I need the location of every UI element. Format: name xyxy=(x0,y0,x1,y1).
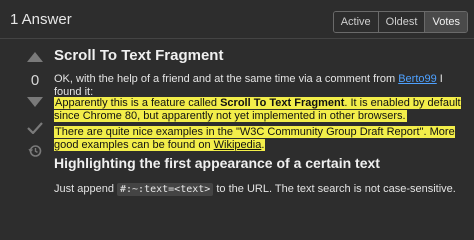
vote-down-icon[interactable] xyxy=(27,97,43,107)
history-icon[interactable] xyxy=(28,144,42,158)
tab-active[interactable]: Active xyxy=(333,12,379,32)
examples-text-2: . xyxy=(261,139,265,151)
accepted-check-icon[interactable] xyxy=(27,122,43,134)
user-link-berto99[interactable]: Berto99 xyxy=(398,73,437,85)
section-heading: Highlighting the first appearance of a c… xyxy=(54,155,380,171)
answers-count: 1 Answer xyxy=(10,11,72,28)
feature-name: Scroll To Text Fragment xyxy=(220,97,345,109)
answer-body: Scroll To Text Fragment OK, with the hel… xyxy=(54,47,468,196)
paragraph-usage: Just append #:~:text=<text> to the URL. … xyxy=(54,183,456,196)
answers-header: 1 Answer Active Oldest Votes xyxy=(0,0,474,40)
tab-votes[interactable]: Votes xyxy=(425,12,467,32)
paragraph-examples: There are quite nice examples in the "W3… xyxy=(54,126,468,152)
intro-text-before: OK, with the help of a friend and at the… xyxy=(54,73,399,85)
paragraph-intro: OK, with the help of a friend and at the… xyxy=(54,73,468,99)
paragraph-feature: Apparently this is a feature called Scro… xyxy=(54,97,464,123)
url-fragment-code: #:~:text=<text> xyxy=(117,183,214,196)
sort-tabs: Active Oldest Votes xyxy=(332,11,468,33)
feature-text-1: Apparently this is a feature called xyxy=(55,97,221,109)
tab-oldest[interactable]: Oldest xyxy=(378,12,426,32)
wikipedia-link[interactable]: Wikipedia xyxy=(214,139,262,151)
header-divider xyxy=(0,38,474,39)
vote-count: 0 xyxy=(30,72,40,89)
usage-text-before: Just append xyxy=(54,183,117,195)
vote-up-icon[interactable] xyxy=(27,52,43,62)
answer-title: Scroll To Text Fragment xyxy=(54,47,224,64)
usage-text-after: to the URL. The text search is not case-… xyxy=(213,183,456,195)
